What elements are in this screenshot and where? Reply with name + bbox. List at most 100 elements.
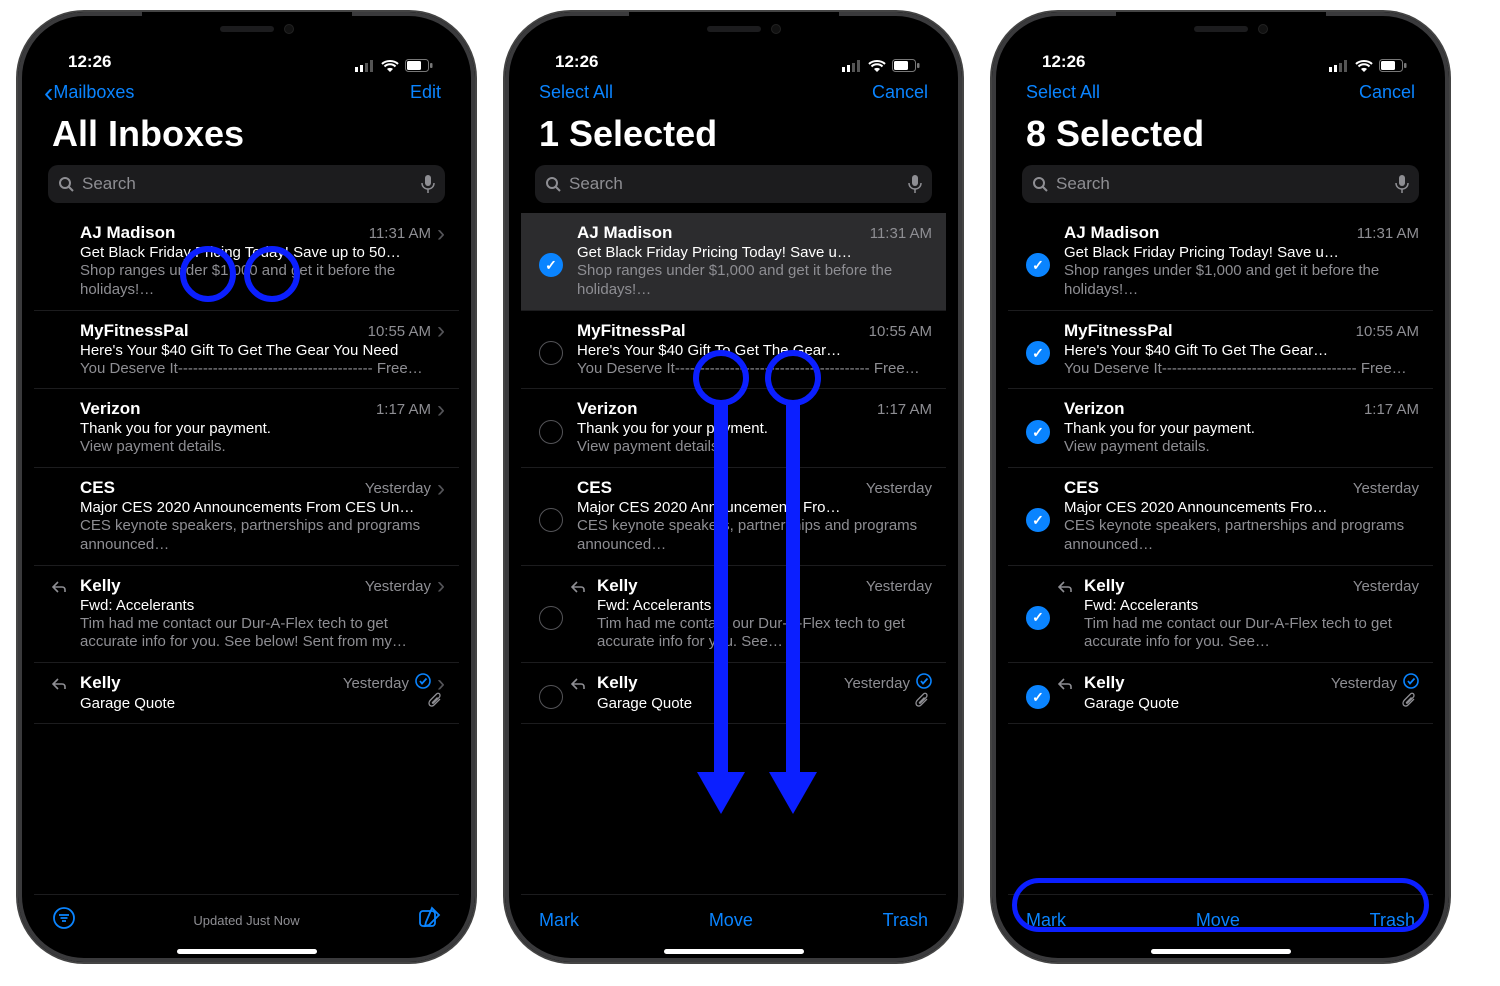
- email-list[interactable]: AJ Madison 11:31 AM Get Black Friday Pri…: [521, 213, 946, 894]
- email-subject: Major CES 2020 Announcements From CES Un…: [80, 499, 445, 516]
- mic-icon[interactable]: [908, 175, 922, 193]
- chevron-left-icon: ‹: [44, 84, 53, 102]
- email-row[interactable]: Verizon 1:17 AM Thank you for your payme…: [521, 389, 946, 468]
- email-time: Yesterday: [866, 480, 932, 497]
- email-time: 1:17 AM: [1364, 401, 1419, 418]
- select-checkbox[interactable]: [537, 673, 565, 713]
- home-indicator[interactable]: [177, 949, 317, 954]
- status-icons: [1329, 59, 1407, 72]
- email-row[interactable]: Kelly Yesterday Garage Quote: [521, 663, 946, 724]
- edit-button[interactable]: Edit: [410, 82, 441, 103]
- trash-button[interactable]: Trash: [883, 910, 928, 931]
- email-subject: Thank you for your payment.: [577, 420, 932, 437]
- thread-indicator-icon: [1403, 673, 1419, 694]
- email-time: Yesterday: [1353, 480, 1419, 497]
- search-input[interactable]: [1056, 174, 1387, 194]
- home-indicator[interactable]: [664, 949, 804, 954]
- page-title: 8 Selected: [1008, 107, 1433, 165]
- select-checkbox[interactable]: [537, 576, 565, 653]
- email-preview: You Deserve It--------------------------…: [80, 360, 445, 379]
- email-subject: Major CES 2020 Announcements Fro…: [577, 499, 932, 516]
- email-row[interactable]: Verizon 1:17 AM Thank you for your payme…: [1008, 389, 1433, 468]
- battery-icon: [1379, 59, 1407, 72]
- email-sender: AJ Madison: [80, 223, 175, 243]
- email-subject: Garage Quote: [1084, 695, 1419, 712]
- select-checkbox[interactable]: [1024, 478, 1052, 555]
- email-time: Yesterday: [1331, 675, 1397, 692]
- email-row[interactable]: Kelly Yesterday Fwd: Accelerants Tim had…: [1008, 566, 1433, 664]
- mic-icon[interactable]: [421, 175, 435, 193]
- move-button[interactable]: Move: [709, 910, 753, 931]
- email-row[interactable]: MyFitnessPal 10:55 AM Here's Your $40 Gi…: [521, 311, 946, 390]
- email-row[interactable]: AJ Madison 11:31 AM › Get Black Friday P…: [34, 213, 459, 311]
- email-row[interactable]: CES Yesterday › Major CES 2020 Announcem…: [34, 468, 459, 566]
- cancel-button[interactable]: Cancel: [1359, 82, 1415, 103]
- compose-button[interactable]: [417, 906, 441, 935]
- select-checkbox[interactable]: [537, 223, 565, 300]
- select-checkbox[interactable]: [537, 478, 565, 555]
- search-bar[interactable]: [535, 165, 932, 203]
- email-sender: MyFitnessPal: [577, 321, 686, 341]
- search-bar[interactable]: [1022, 165, 1419, 203]
- select-checkbox[interactable]: [537, 399, 565, 457]
- email-row[interactable]: Kelly Yesterday › Fwd: Accelerants Tim h…: [34, 566, 459, 664]
- search-bar[interactable]: [48, 165, 445, 203]
- select-checkbox[interactable]: [1024, 321, 1052, 379]
- select-all-button[interactable]: Select All: [1018, 82, 1100, 103]
- chevron-right-icon: ›: [437, 403, 445, 417]
- select-checkbox[interactable]: [1024, 673, 1052, 713]
- email-preview: CES keynote speakers, partnerships and p…: [80, 517, 445, 555]
- filter-button[interactable]: [52, 906, 76, 935]
- email-subject: Garage Quote: [80, 695, 445, 712]
- email-preview: Tim had me contact our Dur-A-Flex tech t…: [597, 615, 932, 653]
- cancel-button[interactable]: Cancel: [872, 82, 928, 103]
- search-input[interactable]: [569, 174, 900, 194]
- select-checkbox[interactable]: [1024, 223, 1052, 300]
- search-input[interactable]: [82, 174, 413, 194]
- select-checkbox[interactable]: [537, 321, 565, 379]
- cellular-icon: [842, 60, 862, 72]
- search-icon: [1032, 176, 1048, 192]
- email-time: 1:17 AM: [376, 401, 431, 418]
- select-checkbox[interactable]: [1024, 576, 1052, 653]
- email-preview: Shop ranges under $1,000 and get it befo…: [80, 262, 445, 300]
- toolbar: Updated Just Now: [34, 894, 459, 946]
- chevron-right-icon: ›: [437, 482, 445, 496]
- select-all-button[interactable]: Select All: [531, 82, 613, 103]
- email-row[interactable]: AJ Madison 11:31 AM Get Black Friday Pri…: [1008, 213, 1433, 311]
- email-preview: Shop ranges under $1,000 and get it befo…: [577, 262, 932, 300]
- email-row[interactable]: Kelly Yesterday Fwd: Accelerants Tim had…: [521, 566, 946, 664]
- mark-button[interactable]: Mark: [539, 910, 579, 931]
- status-icons: [842, 59, 920, 72]
- email-subject: Get Black Friday Pricing Today! Save u…: [1064, 244, 1419, 261]
- email-sender: Kelly: [1084, 673, 1125, 693]
- move-button[interactable]: Move: [1196, 910, 1240, 931]
- email-preview: CES keynote speakers, partnerships and p…: [577, 517, 932, 555]
- email-row[interactable]: CES Yesterday Major CES 2020 Announcemen…: [521, 468, 946, 566]
- email-time: 10:55 AM: [869, 323, 932, 340]
- email-row[interactable]: MyFitnessPal 10:55 AM Here's Your $40 Gi…: [1008, 311, 1433, 390]
- chevron-right-icon: ›: [437, 324, 445, 338]
- email-row[interactable]: CES Yesterday Major CES 2020 Announcemen…: [1008, 468, 1433, 566]
- email-row[interactable]: Verizon 1:17 AM › Thank you for your pay…: [34, 389, 459, 468]
- email-list[interactable]: AJ Madison 11:31 AM Get Black Friday Pri…: [1008, 213, 1433, 894]
- back-button[interactable]: ‹ Mailboxes: [44, 82, 134, 103]
- email-list[interactable]: AJ Madison 11:31 AM › Get Black Friday P…: [34, 213, 459, 894]
- select-checkbox[interactable]: [1024, 399, 1052, 457]
- mic-icon[interactable]: [1395, 175, 1409, 193]
- email-row[interactable]: Kelly Yesterday Garage Quote: [1008, 663, 1433, 724]
- email-row[interactable]: Kelly Yesterday › Garage Quote: [34, 663, 459, 724]
- email-sender: Verizon: [1064, 399, 1124, 419]
- email-preview: View payment details.: [1064, 438, 1419, 457]
- trash-button[interactable]: Trash: [1370, 910, 1415, 931]
- email-preview: You Deserve It--------------------------…: [577, 360, 932, 379]
- email-row[interactable]: AJ Madison 11:31 AM Get Black Friday Pri…: [521, 213, 946, 311]
- email-subject: Fwd: Accelerants: [597, 597, 932, 614]
- email-row[interactable]: MyFitnessPal 10:55 AM › Here's Your $40 …: [34, 311, 459, 390]
- home-indicator[interactable]: [1151, 949, 1291, 954]
- chevron-right-icon: ›: [437, 227, 445, 241]
- page-title: All Inboxes: [34, 107, 459, 165]
- back-label: Mailboxes: [53, 82, 134, 103]
- toolbar: Mark Move Trash: [1008, 894, 1433, 946]
- mark-button[interactable]: Mark: [1026, 910, 1066, 931]
